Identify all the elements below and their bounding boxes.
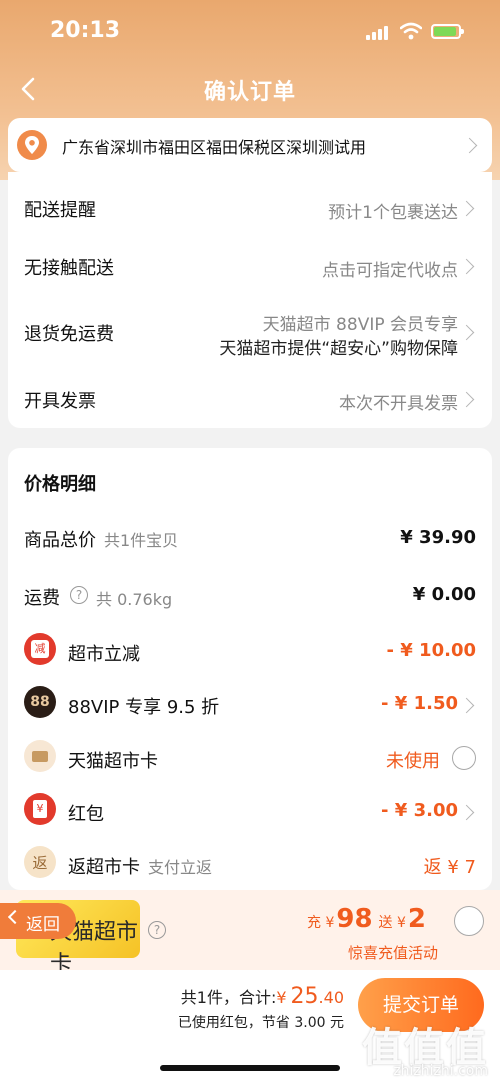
item-count: 共1件， [180,988,239,1007]
recharge-promo-banner: 天猫超市卡 充 ¥98 送 ¥2 惊喜充值活动 [0,890,500,977]
total-amount: ¥ 39.90 [400,527,476,548]
discount-amount: - ¥ 1.50 [381,693,458,714]
cashback-amount: 返 ¥ 7 [423,857,476,878]
chevron-right-icon [458,324,475,341]
charge-prefix: 充 ¥ [307,915,335,931]
invoice-row[interactable]: 开具发票 本次不开具发票 [8,372,492,422]
discount-row-88vip[interactable]: 88 88VIP 专享 9.5 折 - ¥ 1.50 [8,684,492,724]
cashback-row: 返 返超市卡 支付立返 返 ¥ 7 [8,844,492,884]
recharge-radio[interactable] [454,906,484,936]
status-time: 20:13 [50,18,121,43]
chevron-right-icon [458,697,475,714]
nav-bar: 确认订单 [0,66,500,112]
discount-badge-icon: 减 [24,633,56,665]
red-packet-symbol: ¥ [33,800,47,818]
red-packet-row[interactable]: ¥ 红包 - ¥ 3.00 [8,791,492,831]
help-icon[interactable]: ? [70,586,88,604]
charge-amount: 98 [336,904,373,934]
gift-amount: 2 [407,904,426,934]
row-label: 配送提醒 [24,200,96,221]
free-return-row[interactable]: 退货免运费 天猫超市 88VIP 会员专享 天猫超市提供“超安心”购物保障 [8,302,492,362]
row-value-secondary: 天猫超市提供“超安心”购物保障 [219,339,458,359]
shipping-weight: 共 0.76kg [96,590,173,609]
vip-88-icon: 88 [24,686,56,718]
chevron-left-icon [7,909,23,925]
card-radio[interactable] [452,746,476,770]
row-value: 天猫超市 88VIP 会员专享 [262,315,458,335]
row-value: 预计1个包裹送达 [328,203,458,223]
address-row[interactable]: 广东省深圳市福田区福田保税区深圳测试用 [8,118,492,172]
chevron-right-icon [461,137,478,154]
contactless-delivery-row[interactable]: 无接触配送 点击可指定代收点 [8,242,492,292]
currency: ¥ [276,988,287,1007]
return-label: 返回 [26,915,60,935]
discount-row-supermarket: 减 超市立减 - ¥ 10.00 [8,631,492,671]
chevron-right-icon [458,391,475,408]
row-label: 88VIP 专享 9.5 折 [68,697,220,718]
chevron-right-icon [458,258,475,275]
signal-icon [366,26,390,40]
help-icon[interactable]: ? [148,921,166,939]
gift-prefix: 送 ¥ [378,915,406,931]
delivery-reminder-row[interactable]: 配送提醒 预计1个包裹送达 [8,172,492,242]
shipping-row: 运费 ? 共 0.76kg ¥ 0.00 [8,575,492,615]
total-label: 合计: [238,988,277,1007]
shipping-label: 运费 [24,588,60,609]
price-heading: 价格明细 [24,474,96,495]
cashback-label: 返超市卡 [68,857,140,878]
row-label: 天猫超市卡 [68,751,158,772]
chevron-right-icon [458,804,475,821]
chevron-right-icon [458,200,475,217]
total-label: 商品总价 [24,530,96,551]
page-title: 确认订单 [203,80,296,105]
battery-icon [431,24,464,39]
total-price-row: 商品总价 共1件宝贝 ¥ 39.90 [8,518,492,558]
red-packet-icon: ¥ [24,793,56,825]
card-status: 未使用 [386,751,440,772]
home-indicator [160,1065,340,1071]
row-label: 超市立减 [68,644,140,665]
discount-amount: - ¥ 3.00 [381,800,458,821]
row-label: 退货免运费 [24,324,114,345]
return-button[interactable]: 返回 [0,903,76,939]
shipping-amount: ¥ 0.00 [412,584,476,605]
total-count: 共1件宝贝 [104,531,179,550]
address-text: 广东省深圳市福田区福田保税区深圳测试用 [62,138,367,157]
delivery-card: 配送提醒 预计1个包裹送达 无接触配送 点击可指定代收点 退货免运费 天猫超市 … [8,172,492,428]
wifi-icon [400,22,422,40]
supermarket-card-row[interactable]: 天猫超市卡 未使用 [8,738,492,778]
discount-badge-text: 减 [31,640,49,658]
discount-amount: - ¥ 10.00 [386,640,476,661]
row-label: 红包 [68,804,104,825]
price-card: 价格明细 商品总价 共1件宝贝 ¥ 39.90 运费 ? 共 0.76kg ¥ 0… [8,448,492,890]
cashback-sub: 支付立返 [148,858,213,877]
row-label: 返超市卡 支付立返 [68,853,212,879]
card-icon [24,740,56,772]
row-label: 运费 [24,584,60,610]
order-summary: 共1件，合计:¥ 25.40 [181,984,344,1009]
recharge-offer: 充 ¥98 送 ¥2 [307,904,426,934]
total-integer: 25 [290,984,319,1009]
savings-note: 已使用红包，节省 3.00 元 [177,1015,344,1031]
watermark-url: zhizhizhi.com [393,1063,488,1079]
row-label: 无接触配送 [24,258,114,279]
status-bar: 20:13 [0,0,500,64]
row-label: 商品总价 共1件宝贝 [24,526,178,552]
row-value: 本次不开具发票 [339,394,458,414]
row-label: 开具发票 [24,391,96,412]
cashback-icon: 返 [24,846,56,878]
location-pin-icon [17,130,47,160]
row-value: 点击可指定代收点 [322,261,458,281]
watermark-logo: 值值值 zhizhizhi.com [330,1005,500,1082]
activity-label: 惊喜充值活动 [348,944,439,962]
